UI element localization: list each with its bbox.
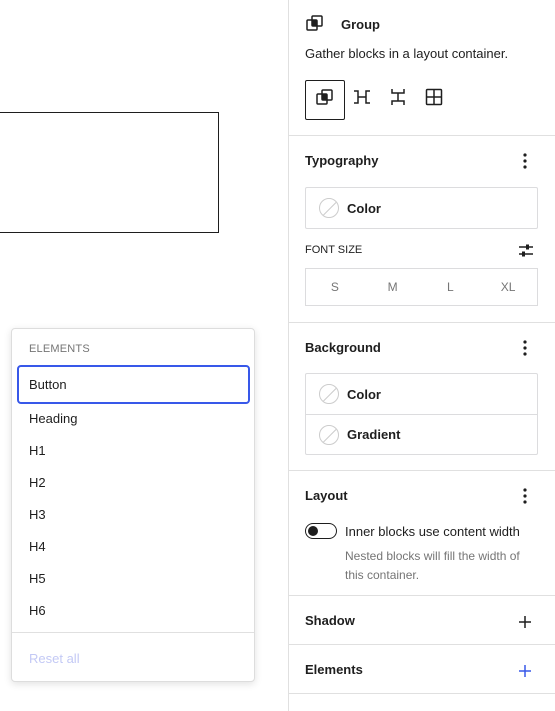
font-size-label: FONT SIZE: [305, 244, 363, 256]
reset-all-button[interactable]: Reset all: [29, 651, 80, 666]
block-title: Group: [341, 16, 380, 32]
background-gradient-button[interactable]: Gradient: [306, 414, 537, 454]
variation-row-button[interactable]: [343, 80, 381, 118]
dropdown-item-h5[interactable]: H5: [17, 563, 250, 595]
typography-color-label: Color: [347, 200, 381, 216]
content-width-help-text: Nested blocks will fill the width of thi…: [345, 549, 520, 582]
font-size-option-s[interactable]: S: [306, 269, 364, 305]
typography-title: Typography: [305, 153, 379, 168]
plus-icon: [515, 616, 535, 636]
add-shadow-button[interactable]: [515, 612, 535, 632]
stack-icon: [388, 87, 408, 112]
content-width-toggle-row: Inner blocks use content width: [305, 523, 520, 539]
font-size-option-xl[interactable]: XL: [479, 269, 537, 305]
layout-panel: Layout Inner blocks use content width Ne…: [289, 470, 555, 596]
variation-group-button[interactable]: [305, 80, 345, 120]
elements-title: Elements: [305, 662, 363, 677]
content-width-toggle-label: Inner blocks use content width: [345, 523, 520, 539]
dropdown-item-h1[interactable]: H1: [17, 435, 250, 467]
layout-title: Layout: [305, 488, 348, 503]
block-title-row: Group: [305, 14, 380, 34]
more-vertical-icon: [523, 487, 527, 509]
content-width-toggle[interactable]: [305, 523, 337, 539]
dropdown-item-h3[interactable]: H3: [17, 499, 250, 531]
font-size-picker: S M L XL: [305, 268, 538, 306]
empty-swatch-icon: [319, 198, 339, 218]
group-icon: [315, 88, 335, 113]
background-options-button[interactable]: [515, 339, 535, 361]
row-icon: [352, 87, 372, 112]
variation-grid-button[interactable]: [415, 80, 453, 118]
shadow-title: Shadow: [305, 613, 355, 628]
more-vertical-icon: [523, 152, 527, 174]
custom-size-toggle-button[interactable]: [517, 242, 535, 260]
layout-options-button[interactable]: [515, 487, 535, 509]
font-size-option-m[interactable]: M: [364, 269, 422, 305]
dropdown-list: Button Heading H1 H2 H3 H4 H5 H6: [17, 365, 250, 627]
dropdown-item-heading[interactable]: Heading: [17, 403, 250, 435]
typography-options-button[interactable]: [515, 152, 535, 174]
dropdown-item-h2[interactable]: H2: [17, 467, 250, 499]
block-settings-sidebar: Group Gather blocks in a layout containe…: [288, 0, 555, 711]
variation-stack-button[interactable]: [379, 80, 417, 118]
block-description: Gather blocks in a layout container.: [305, 46, 509, 61]
dropdown-heading: ELEMENTS: [29, 343, 90, 355]
background-color-label: Color: [347, 386, 381, 402]
font-size-option-l[interactable]: L: [422, 269, 480, 305]
background-title: Background: [305, 340, 381, 355]
group-icon: [305, 14, 325, 34]
grid-icon: [424, 87, 444, 112]
dropdown-item-button[interactable]: Button: [17, 365, 250, 404]
background-gradient-label: Gradient: [347, 427, 401, 442]
group-block-outline[interactable]: [0, 112, 219, 233]
add-element-button[interactable]: [515, 661, 535, 681]
empty-swatch-icon: [319, 424, 339, 445]
elements-panel: Elements: [289, 644, 555, 694]
background-tools-card: Color Gradient: [305, 373, 538, 455]
background-panel: Background Color Gradient: [289, 322, 555, 471]
block-variations: [305, 80, 453, 120]
settings-sliders-icon: [517, 244, 535, 264]
more-vertical-icon: [523, 339, 527, 361]
typography-color-card: Color: [305, 187, 538, 229]
empty-swatch-icon: [319, 384, 339, 404]
dropdown-item-h6[interactable]: H6: [17, 595, 250, 627]
toggle-knob: [308, 526, 318, 536]
typography-color-button[interactable]: Color: [306, 188, 537, 228]
typography-panel: Typography Color FONT SIZE S M L XL: [289, 135, 555, 323]
editor-canvas: ELEMENTS Button Heading H1 H2 H3 H4 H5 H…: [0, 0, 288, 711]
shadow-panel: Shadow: [289, 595, 555, 645]
dropdown-item-h4[interactable]: H4: [17, 531, 250, 563]
elements-dropdown: ELEMENTS Button Heading H1 H2 H3 H4 H5 H…: [11, 328, 255, 682]
dropdown-divider: [12, 632, 254, 633]
background-color-button[interactable]: Color: [306, 374, 537, 414]
plus-icon: [515, 665, 535, 685]
